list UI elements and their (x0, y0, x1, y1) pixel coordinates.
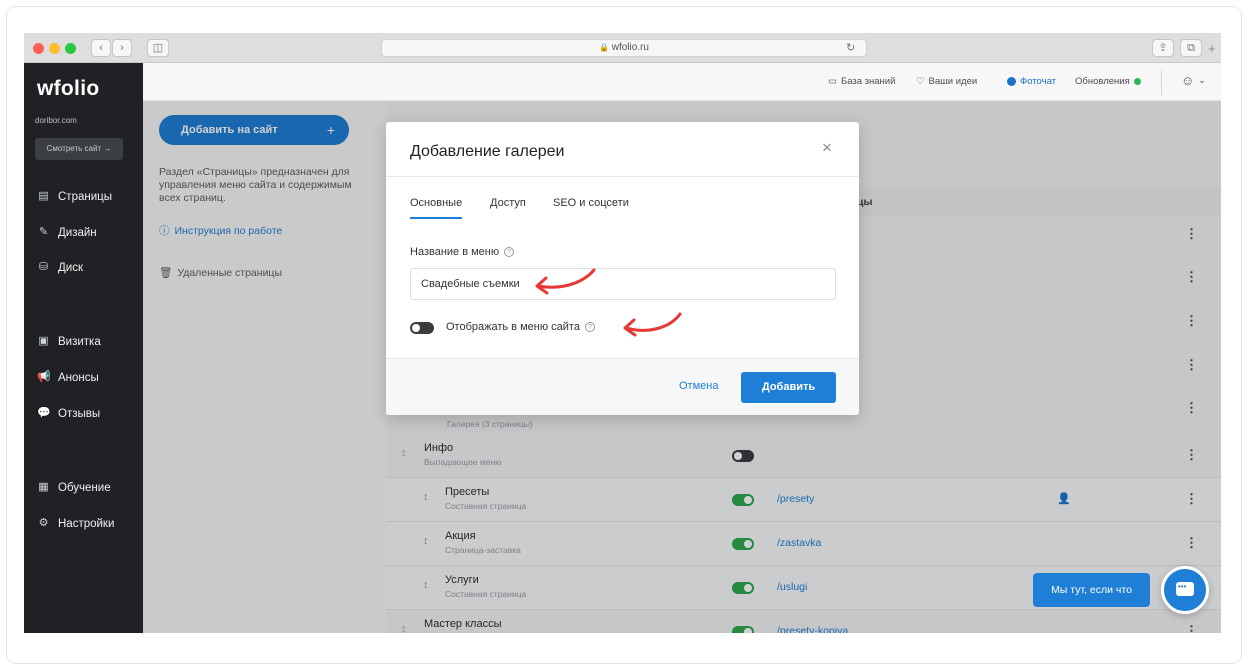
sidebar-item-announcements[interactable]: 📢 Анонсы (37, 371, 99, 384)
site-domain: doribor.com (35, 116, 77, 125)
tab-basic[interactable]: Основные (410, 197, 463, 219)
reload-icon[interactable]: ↻ (846, 39, 855, 57)
share-icon[interactable]: ⇪ (1152, 39, 1174, 57)
brush-icon: ✎ (38, 226, 49, 238)
fotochat-icon (1007, 77, 1016, 86)
address-bar[interactable]: 🔒 wfolio.ru (381, 39, 867, 57)
sidebar-item-card[interactable]: ▣ Визитка (37, 335, 101, 348)
help-icon[interactable]: ? (504, 247, 515, 257)
sidebar-item-reviews[interactable]: 💬 Отзывы (37, 407, 100, 420)
view-site-button[interactable]: Смотреть сайт → (35, 138, 123, 160)
add-gallery-dialog: Добавление галереи × Основные Доступ SEO… (386, 122, 859, 415)
book-icon: ▭ (828, 76, 837, 87)
sidebar-item-pages[interactable]: ▤ Страницы (37, 190, 112, 203)
maximize-window-dot[interactable] (65, 43, 76, 54)
sidebar-item-disk[interactable]: ⛁ Диск (37, 261, 83, 274)
chevron-down-icon: ⌄ (1198, 75, 1206, 85)
card-icon: ▣ (38, 335, 49, 347)
sidebar-item-label: Страницы (58, 190, 112, 203)
minimize-window-dot[interactable] (49, 43, 60, 54)
chat-icon[interactable] (1161, 566, 1209, 614)
tab-access[interactable]: Доступ (490, 197, 526, 209)
show-in-menu-label: Отображать в меню сайта ? (446, 321, 595, 333)
dialog-title: Добавление галереи (410, 143, 565, 160)
menu-name-input[interactable]: Свадебные съемки (410, 268, 836, 300)
menu-name-label: Название в меню ? (410, 246, 515, 258)
user-icon: ☺ (1181, 73, 1195, 88)
updates-status-dot (1133, 78, 1141, 85)
fotochat-link[interactable]: Фоточат (1007, 76, 1056, 87)
dialog-divider (386, 176, 859, 177)
sidebar-item-label: Дизайн (58, 226, 97, 239)
add-button[interactable]: Добавить (741, 372, 836, 403)
back-icon[interactable]: ‹ (91, 39, 111, 57)
knowledge-base-link[interactable]: ▭ База знаний (828, 76, 895, 87)
disk-icon: ⛁ (38, 261, 49, 273)
sidebar-item-learning[interactable]: ▦ Обучение (37, 481, 111, 494)
top-bar: ▭ База знаний ♡ Ваши идеи Фоточат Обновл… (143, 63, 1221, 101)
tabs-icon[interactable]: ⧉ (1180, 39, 1202, 57)
fotochat-label: Фоточат (1020, 76, 1056, 87)
lock-icon: 🔒 (599, 43, 609, 52)
page-icon: ▤ (38, 190, 49, 202)
close-window-dot[interactable] (33, 43, 44, 54)
sidebar-item-label: Отзывы (58, 407, 101, 420)
dialog-footer: Отмена Добавить (386, 358, 859, 415)
updates-link[interactable]: Обновления (1075, 76, 1141, 87)
chat-greeting-bubble[interactable]: Мы тут, если что (1033, 573, 1150, 607)
cancel-button[interactable]: Отмена (679, 380, 718, 392)
reviews-icon: 💬 (37, 407, 51, 419)
browser-toolbar: ‹ › ◫ 🔒 wfolio.ru ↻ ⇪ ⧉ + (24, 33, 1221, 63)
knowledge-base-label: База знаний (840, 76, 896, 87)
show-in-menu-label-text: Отображать в меню сайта (446, 321, 580, 333)
annotation-arrow-icon (623, 312, 682, 337)
ideas-label: Ваши идеи (928, 76, 978, 87)
sidebar-item-settings[interactable]: ⚙ Настройки (37, 517, 115, 530)
ideas-link[interactable]: ♡ Ваши идеи (916, 76, 977, 87)
sidebar-item-label: Анонсы (58, 371, 99, 384)
sidebar-toggle-icon[interactable]: ◫ (147, 39, 169, 57)
tab-seo[interactable]: SEO и соцсети (553, 197, 629, 209)
account-menu[interactable]: ☺ ⌄ (1181, 73, 1206, 88)
topbar-divider (1161, 69, 1162, 95)
sidebar-item-label: Диск (58, 261, 83, 274)
sidebar-item-label: Визитка (58, 335, 101, 348)
menu-name-label-text: Название в меню (410, 246, 500, 258)
help-icon[interactable]: ? (584, 322, 595, 332)
sidebar-item-label: Обучение (58, 481, 111, 494)
updates-label: Обновления (1075, 76, 1130, 87)
forward-icon[interactable]: › (112, 39, 132, 57)
close-icon[interactable]: × (822, 138, 832, 158)
book-icon: ▦ (38, 481, 49, 493)
sidebar-item-label: Настройки (58, 517, 115, 530)
address-text: wfolio.ru (611, 42, 649, 53)
gear-icon: ⚙ (38, 517, 49, 529)
trophy-icon: ♡ (916, 76, 925, 87)
logo[interactable]: wfolio (37, 77, 99, 101)
browser-window: ‹ › ◫ 🔒 wfolio.ru ↻ ⇪ ⧉ + wfolio doribor… (24, 33, 1221, 633)
sidebar: wfolio doribor.com Смотреть сайт → ▤ Стр… (24, 63, 143, 633)
annotation-arrow-icon (535, 268, 596, 295)
show-in-menu-toggle[interactable] (410, 322, 434, 334)
new-tab-icon[interactable]: + (1208, 41, 1216, 56)
megaphone-icon: 📢 (37, 371, 51, 383)
sidebar-item-design[interactable]: ✎ Дизайн (37, 226, 97, 239)
